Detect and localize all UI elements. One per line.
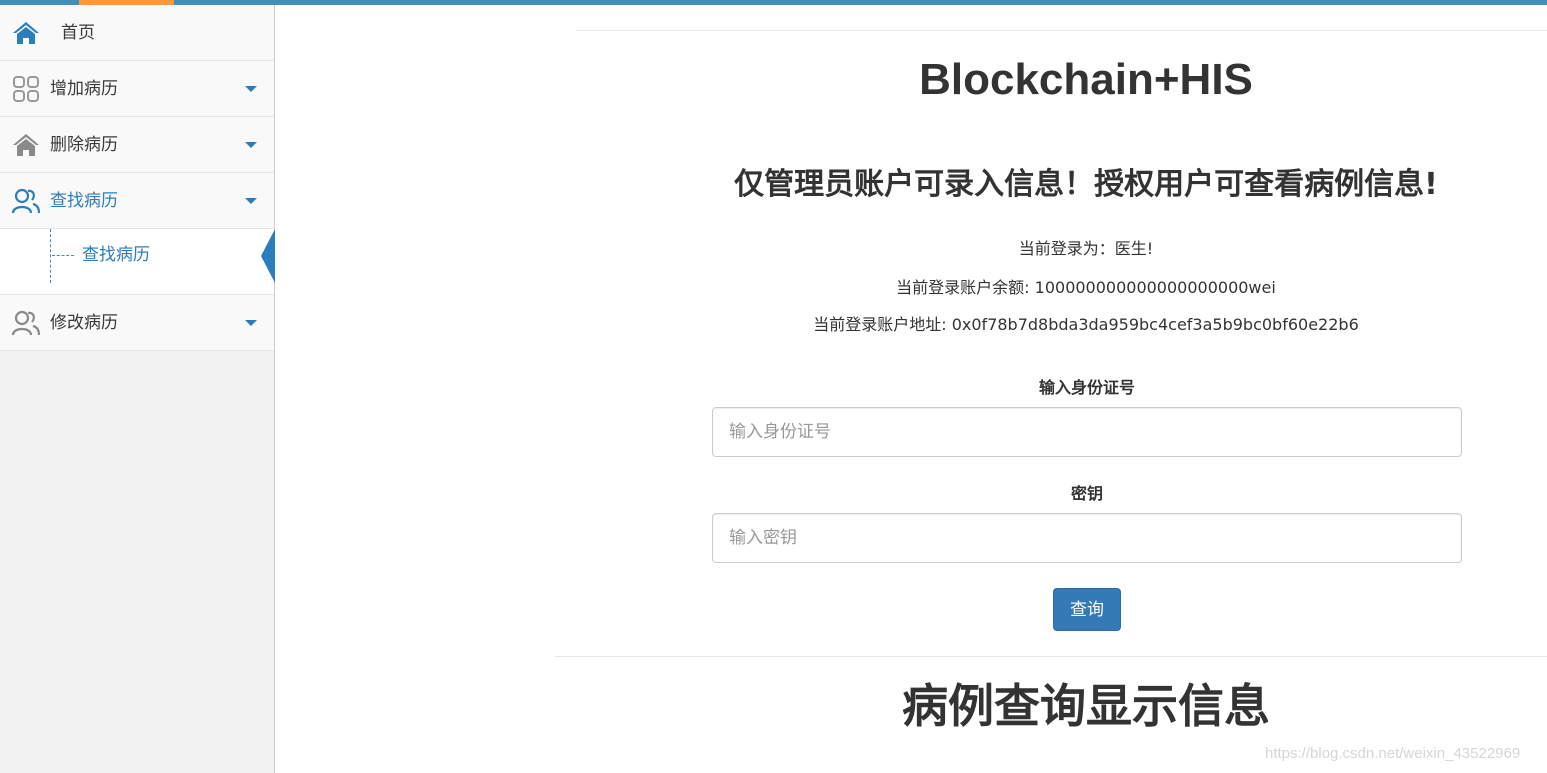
sidebar-item-add-record[interactable]: 增加病历 <box>0 61 274 117</box>
users-icon <box>11 310 41 336</box>
sidebar-item-label: 增加病历 <box>50 79 118 99</box>
caret-down-icon <box>245 86 257 92</box>
page-subtitle: 仅管理员账户可录入信息！授权用户可查看病例信息! <box>734 167 1438 202</box>
account-balance-text: 当前登录账户余额: 100000000000000000000wei <box>896 278 1276 297</box>
sidebar: 首页 增加病历 删除病历 查找病历 查找病历 修改病历 <box>0 5 275 773</box>
divider <box>576 30 1547 31</box>
sidebar-item-label: 删除病历 <box>50 135 118 155</box>
result-section-title: 病例查询显示信息 <box>902 679 1270 733</box>
home-icon <box>13 22 39 44</box>
page-title: Blockchain+HIS <box>919 55 1253 104</box>
caret-down-icon <box>245 198 257 204</box>
divider <box>555 656 1547 657</box>
sidebar-item-delete-record[interactable]: 删除病历 <box>0 117 274 173</box>
id-number-input[interactable] <box>712 407 1462 457</box>
tree-branch <box>52 255 74 256</box>
grid-icon <box>13 76 39 102</box>
caret-down-icon <box>245 142 257 148</box>
sidebar-item-label: 首页 <box>61 23 95 43</box>
login-role-text: 当前登录为：医生! <box>1018 239 1154 258</box>
submenu-find-record: 查找病历 <box>0 229 275 295</box>
secret-key-label: 密钥 <box>1070 484 1103 503</box>
secret-key-input[interactable] <box>712 513 1462 563</box>
users-icon <box>11 188 41 214</box>
query-button[interactable]: 查询 <box>1053 588 1121 631</box>
home-outline-icon <box>13 134 39 156</box>
sidebar-item-label: 查找病历 <box>50 191 118 211</box>
sidebar-item-label: 修改病历 <box>50 313 118 333</box>
tree-line <box>50 229 51 283</box>
sidebar-item-edit-record[interactable]: 修改病历 <box>0 295 274 351</box>
sidebar-item-find-record[interactable]: 查找病历 <box>0 173 274 229</box>
id-number-label: 输入身份证号 <box>1038 378 1135 397</box>
account-address-text: 当前登录账户地址: 0x0f78b7d8bda3da959bc4cef3a5b9… <box>813 315 1359 334</box>
sidebar-item-home[interactable]: 首页 <box>0 5 274 61</box>
submenu-item-find-record[interactable]: 查找病历 <box>82 243 150 267</box>
watermark: https://blog.csdn.net/weixin_43522969 <box>1265 745 1521 762</box>
active-marker-icon <box>261 229 275 283</box>
caret-down-icon <box>245 320 257 326</box>
